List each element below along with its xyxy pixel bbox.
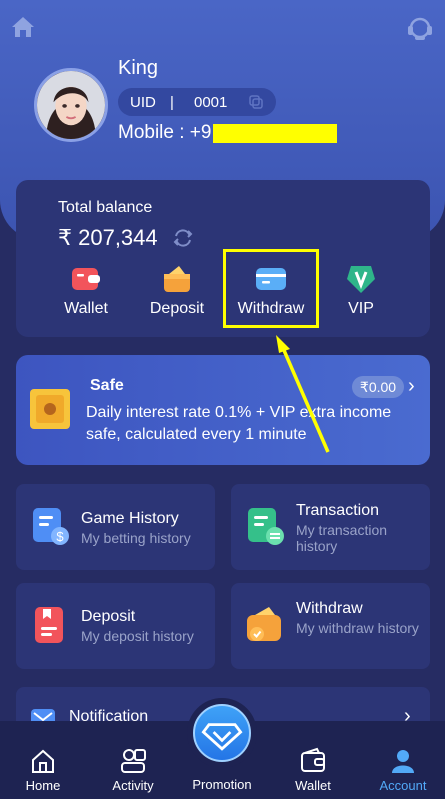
vip-icon	[347, 266, 375, 293]
balance-card: Total balance ₹ 207,344 Wallet Deposit W…	[16, 180, 430, 337]
uid-pill[interactable]: UID | 0001	[118, 88, 276, 116]
tab-promotion-label: Promotion	[192, 777, 252, 792]
withdraw-highlight-box	[223, 249, 319, 328]
tab-home-label: Home	[25, 778, 61, 793]
wallet-action-label: Wallet	[64, 300, 108, 317]
game-history-tile[interactable]: $ Game History My betting history	[16, 484, 215, 570]
withdraw-history-subtitle: My withdraw history	[296, 620, 419, 636]
promotion-button-inner	[193, 704, 251, 762]
mobile-label: Mobile : +9	[118, 122, 212, 143]
chevron-right-icon[interactable]: ›	[408, 375, 415, 398]
wallet-tab-icon	[301, 747, 325, 772]
copy-icon[interactable]	[248, 94, 264, 110]
withdraw-history-tile[interactable]: Withdraw My withdraw history	[231, 583, 430, 669]
safe-box-icon	[30, 389, 70, 429]
deposit-history-tile[interactable]: Deposit My deposit history	[16, 583, 215, 669]
safe-balance-badge: ₹0.00	[352, 376, 404, 398]
deposit-history-icon	[35, 607, 63, 643]
tab-wallet-label: Wallet	[295, 778, 331, 793]
game-history-subtitle: My betting history	[81, 530, 191, 546]
vip-action[interactable]: VIP	[316, 264, 406, 318]
username: King	[118, 57, 159, 79]
avatar[interactable]	[34, 68, 108, 142]
vip-action-label: VIP	[348, 300, 374, 317]
uid-separator: |	[170, 93, 174, 111]
balance-title: Total balance	[58, 199, 153, 216]
safe-title: Safe	[90, 377, 124, 394]
deposit-icon	[164, 266, 190, 292]
safe-card[interactable]: Safe ₹0.00 › Daily interest rate 0.1% + …	[16, 355, 430, 465]
uid-label: UID	[130, 93, 156, 111]
tab-account[interactable]: Account	[363, 747, 443, 793]
tab-wallet[interactable]: Wallet	[273, 747, 353, 793]
refresh-icon[interactable]	[172, 227, 194, 249]
uid-value: 0001	[194, 93, 228, 111]
withdraw-history-icon	[247, 607, 281, 641]
home-tab-icon	[32, 749, 54, 773]
deposit-action-label: Deposit	[149, 300, 205, 317]
account-icon	[392, 750, 414, 773]
balance-amount-row: ₹ 207,344	[58, 225, 194, 251]
svg-text:$: $	[56, 529, 64, 544]
transaction-icon	[248, 508, 284, 545]
tab-account-label: Account	[379, 778, 427, 793]
transaction-tile[interactable]: Transaction My transaction history	[231, 484, 430, 570]
balance-amount: ₹ 207,344	[58, 225, 158, 250]
game-history-icon: $	[33, 508, 69, 545]
customer-support-icon[interactable]	[406, 14, 434, 42]
home-icon[interactable]	[9, 13, 37, 41]
tab-activity[interactable]: Activity	[93, 747, 173, 793]
wallet-icon	[72, 268, 100, 290]
transaction-subtitle: My transaction history	[296, 522, 388, 554]
transaction-title: Transaction	[296, 502, 379, 519]
diamond-icon	[201, 723, 243, 751]
tab-home[interactable]: Home	[3, 747, 83, 793]
tab-activity-label: Activity	[112, 778, 154, 793]
withdraw-history-title: Withdraw	[296, 600, 363, 617]
activity-icon	[121, 749, 146, 773]
mobile-number: Mobile : +9	[118, 122, 338, 144]
game-history-title: Game History	[81, 510, 179, 527]
deposit-history-title: Deposit	[81, 608, 136, 625]
safe-description: Daily interest rate 0.1% + VIP extra inc…	[86, 404, 392, 443]
deposit-action[interactable]: Deposit	[132, 264, 222, 318]
deposit-history-subtitle: My deposit history	[81, 628, 194, 644]
redaction-mark	[213, 123, 338, 143]
promotion-button[interactable]	[187, 698, 257, 768]
wallet-action[interactable]: Wallet	[41, 264, 131, 318]
